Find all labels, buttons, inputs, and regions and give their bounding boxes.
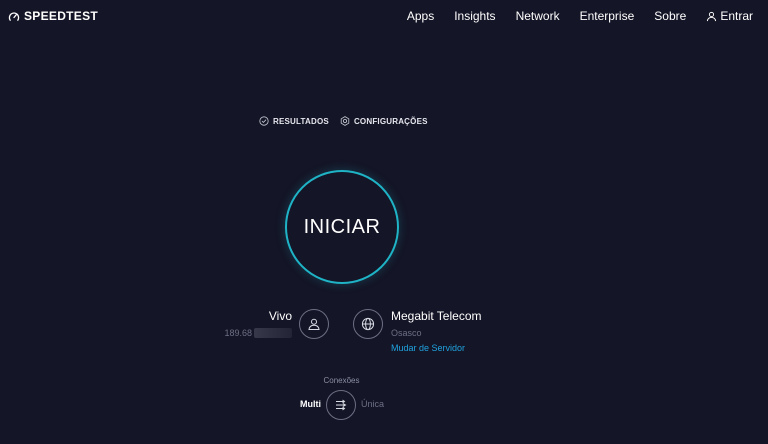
ip-redaction xyxy=(254,328,292,338)
login-label: Entrar xyxy=(720,9,753,23)
speedtest-page: SPEEDTEST Apps Insights Network Enterpri… xyxy=(0,0,768,444)
nav-item-insights[interactable]: Insights xyxy=(454,9,495,23)
speedometer-icon xyxy=(8,10,20,22)
tab-results-label: RESULTADOS xyxy=(273,116,329,126)
speedtest-logo[interactable]: SPEEDTEST xyxy=(8,9,98,23)
login-link[interactable]: Entrar xyxy=(706,9,753,23)
connections-multi-option[interactable]: Multi xyxy=(300,399,321,409)
isp-name: Vivo xyxy=(268,309,292,323)
server-info: Megabit Telecom Osasco Mudar de Servidor xyxy=(391,309,482,353)
isp-ip-address: 189.68 xyxy=(224,328,292,338)
server-location: Osasco xyxy=(391,328,422,338)
connections-selector: Multi Única xyxy=(0,390,768,420)
connections-single-option[interactable]: Única xyxy=(361,399,384,409)
globe-icon xyxy=(361,317,375,331)
check-circle-icon xyxy=(259,116,269,126)
top-header: SPEEDTEST Apps Insights Network Enterpri… xyxy=(0,0,768,34)
isp-info: Vivo xyxy=(269,309,292,323)
tab-settings-label: CONFIGURAÇÕES xyxy=(353,116,428,126)
nav-item-enterprise[interactable]: Enterprise xyxy=(580,9,635,23)
brand-name: SPEEDTEST xyxy=(24,9,99,23)
server-name: Megabit Telecom xyxy=(391,309,482,323)
user-icon xyxy=(308,318,320,330)
change-server-link[interactable]: Mudar de Servidor xyxy=(391,343,482,353)
start-test-label: INICIAR xyxy=(303,215,381,238)
results-settings-tabs: RESULTADOS CONFIGURAÇÕES xyxy=(259,116,428,126)
tab-settings[interactable]: CONFIGURAÇÕES xyxy=(340,116,428,126)
nav-item-network[interactable]: Network xyxy=(516,9,560,23)
main-nav: Apps Insights Network Enterprise Sobre E… xyxy=(407,9,753,23)
gear-icon xyxy=(340,116,350,126)
tab-results[interactable]: RESULTADOS xyxy=(259,116,329,126)
connections-label: Conexões xyxy=(323,376,360,385)
isp-user-icon-circle xyxy=(299,309,329,339)
connections-toggle[interactable] xyxy=(326,390,356,420)
nav-item-apps[interactable]: Apps xyxy=(407,9,434,23)
connections-icon xyxy=(336,399,347,411)
isp-ip-text: 189.68 xyxy=(224,328,252,338)
start-test-button[interactable]: INICIAR xyxy=(285,170,399,284)
nav-item-sobre[interactable]: Sobre xyxy=(654,9,686,23)
server-globe-icon-circle xyxy=(353,309,383,339)
user-icon xyxy=(707,11,717,21)
